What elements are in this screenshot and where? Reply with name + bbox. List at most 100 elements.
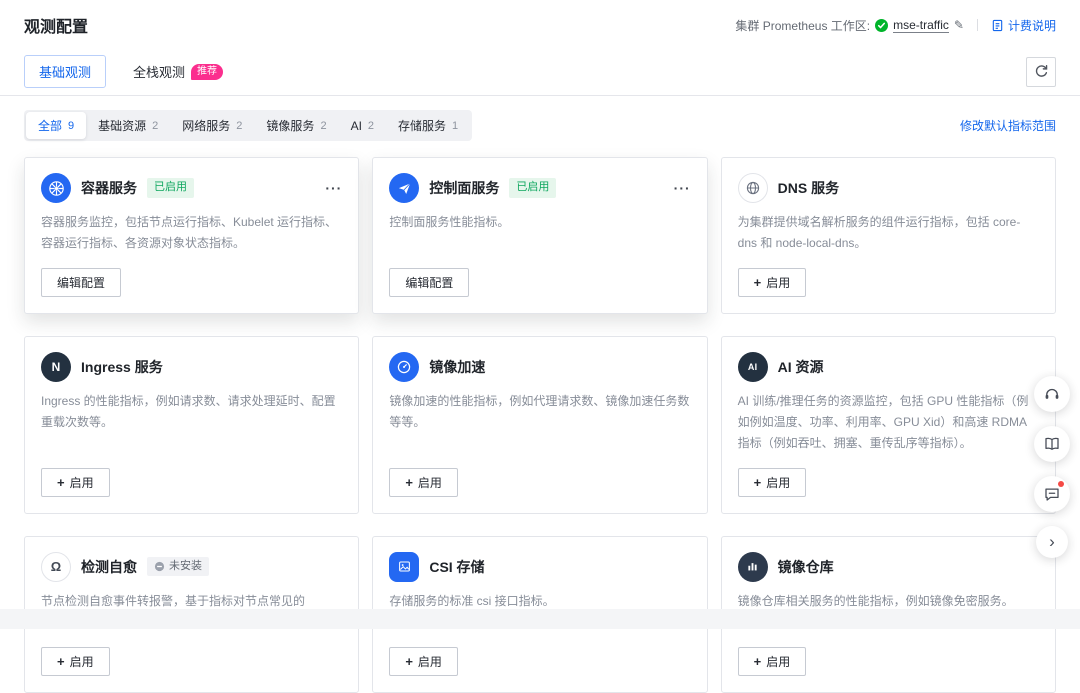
card-action-button[interactable]: +启用 <box>738 468 807 497</box>
card-description: 控制面服务性能指标。 <box>389 212 690 255</box>
card-action-label: 启用 <box>766 653 790 670</box>
card-action-button[interactable]: 编辑配置 <box>389 268 469 297</box>
card-header: 镜像加速 <box>389 352 690 382</box>
card-title: 检测自愈 <box>81 557 137 577</box>
csi-icon <box>389 552 419 582</box>
card-action-label: 启用 <box>418 474 442 491</box>
filter-image-services[interactable]: 镜像服务 2 <box>254 112 338 139</box>
expand-icon: › <box>1049 535 1055 550</box>
registry-icon <box>738 552 768 582</box>
expand-button[interactable]: › <box>1036 526 1068 558</box>
workspace-name-link[interactable]: mse-traffic <box>893 18 949 33</box>
card-header: Ω 检测自愈未安装 <box>41 552 342 582</box>
card-action-button[interactable]: + 启用 <box>41 468 110 497</box>
card-action-label: 启用 <box>70 653 94 670</box>
refresh-button[interactable] <box>1026 57 1056 87</box>
filter-label: 全部 <box>38 117 62 134</box>
service-card: 镜像加速镜像加速的性能指标，例如代理请求数、镜像加速任务数等等。+启用 <box>372 336 707 514</box>
card-description: 容器服务监控，包括节点运行指标、Kubelet 运行指标、容器运行指标、各资源对… <box>41 212 342 255</box>
status-badge-label: 已启用 <box>154 180 187 195</box>
card-description: 为集群提供域名解析服务的组件运行指标，包括 core-dns 和 node-lo… <box>738 212 1039 255</box>
tab-label: 基础观测 <box>39 62 91 81</box>
filter-count: 2 <box>236 120 242 132</box>
plus-icon: + <box>57 655 65 668</box>
card-header: N Ingress 服务 <box>41 352 342 382</box>
filter-count: 9 <box>68 120 74 132</box>
workspace-label: 集群 Prometheus 工作区: <box>735 17 870 34</box>
self-healing-icon: Ω <box>41 552 71 582</box>
filter-basic-resources[interactable]: 基础资源 2 <box>86 112 170 139</box>
docs-button[interactable] <box>1034 426 1070 462</box>
filter-label: 镜像服务 <box>266 117 314 134</box>
filter-ai[interactable]: AI2 <box>339 112 386 139</box>
modify-default-metrics-link[interactable]: 修改默认指标范围 <box>960 117 1056 134</box>
card-header: 容器服务 已启用 ··· <box>41 173 342 203</box>
edit-workspace-icon[interactable]: ✎ <box>954 18 964 32</box>
docs-icon <box>1043 435 1061 453</box>
plus-icon: + <box>405 476 413 489</box>
card-action-label: 启用 <box>418 653 442 670</box>
tab-full-stack-observation[interactable]: 全栈观测推荐 <box>118 55 238 88</box>
filter-count: 2 <box>320 120 326 132</box>
not-installed-icon <box>154 561 165 572</box>
more-menu-icon[interactable]: ··· <box>325 181 342 195</box>
card-action-label: 编辑配置 <box>57 274 105 291</box>
card-action-button[interactable]: + 启用 <box>738 268 807 297</box>
control-plane-icon <box>389 173 419 203</box>
billing-doc-icon <box>991 19 1004 32</box>
filter-label: 网络服务 <box>182 117 230 134</box>
filter-label: 存储服务 <box>398 117 446 134</box>
more-menu-icon[interactable]: ··· <box>674 181 691 195</box>
plus-icon: + <box>57 476 65 489</box>
feedback-button[interactable] <box>1034 476 1070 512</box>
filter-label: 基础资源 <box>98 117 146 134</box>
filter-storage-services[interactable]: 存储服务 1 <box>386 112 470 139</box>
card-header: CSI 存储 <box>389 552 690 582</box>
page-title: 观测配置 <box>24 13 88 37</box>
card-action-button[interactable]: + 启用 <box>389 647 458 676</box>
workspace-info: 集群 Prometheus 工作区: mse-traffic ✎ 计费说明 <box>735 17 1056 34</box>
vertical-divider <box>977 19 978 31</box>
card-action-label: 启用 <box>70 474 94 491</box>
card-action-label: 启用 <box>766 274 790 291</box>
recommended-badge: 推荐 <box>191 64 223 80</box>
service-card: NIngress 服务Ingress 的性能指标，例如请求数、请求处理延时、配置… <box>24 336 359 514</box>
card-title: 控制面服务 <box>429 178 499 198</box>
support-button[interactable] <box>1034 376 1070 412</box>
card-action-button[interactable]: + 启用 <box>389 468 458 497</box>
card-action-button[interactable]: 编辑配置 <box>41 268 121 297</box>
status-badge: 已启用 <box>509 178 556 197</box>
billing-link[interactable]: 计费说明 <box>991 17 1056 34</box>
tab-basic-observation[interactable]: 基础观测 <box>24 55 106 88</box>
nginx-icon: N <box>41 352 71 382</box>
card-action-button[interactable]: + 启用 <box>738 647 807 676</box>
filter-count: 1 <box>452 120 458 132</box>
card-title: 容器服务 <box>81 178 137 198</box>
plus-icon: + <box>754 276 762 289</box>
plus-icon: + <box>754 655 762 668</box>
tabs: 基础观测 全栈观测推荐 <box>24 48 238 95</box>
floating-action-buttons: › <box>1034 376 1070 558</box>
card-title: AI 资源 <box>778 357 824 377</box>
filter-count: 2 <box>368 120 374 132</box>
card-header: 控制面服务已启用 ··· <box>389 173 690 203</box>
billing-link-label: 计费说明 <box>1008 17 1056 34</box>
card-title: Ingress 服务 <box>81 357 163 377</box>
tab-bar: 基础观测 全栈观测推荐 <box>0 48 1080 96</box>
filter-row: 全部9基础资源2网络服务2镜像服务2AI2存储服务1 修改默认指标范围 <box>24 110 1056 141</box>
notification-dot <box>1058 481 1064 487</box>
card-header: 镜像仓库 <box>738 552 1039 582</box>
workspace-status-check-icon <box>875 19 888 32</box>
filter-all[interactable]: 全部 9 <box>26 112 86 139</box>
service-card: 控制面服务已启用 ··· 控制面服务性能指标。编辑配置 <box>372 157 707 314</box>
plus-icon: + <box>405 655 413 668</box>
filter-count: 2 <box>152 120 158 132</box>
card-description: AI 训练/推理任务的资源监控，包括 GPU 性能指标（例如例如温度、功率、利用… <box>738 391 1039 455</box>
card-action-label: 编辑配置 <box>405 274 453 291</box>
top-bar: 观测配置 集群 Prometheus 工作区: mse-traffic ✎ 计费… <box>0 0 1080 48</box>
ai-icon: AI <box>738 352 768 382</box>
plus-icon: + <box>754 476 762 489</box>
status-badge: 未安装 <box>147 557 209 576</box>
filter-network-services[interactable]: 网络服务 2 <box>170 112 254 139</box>
card-action-button[interactable]: + 启用 <box>41 647 110 676</box>
